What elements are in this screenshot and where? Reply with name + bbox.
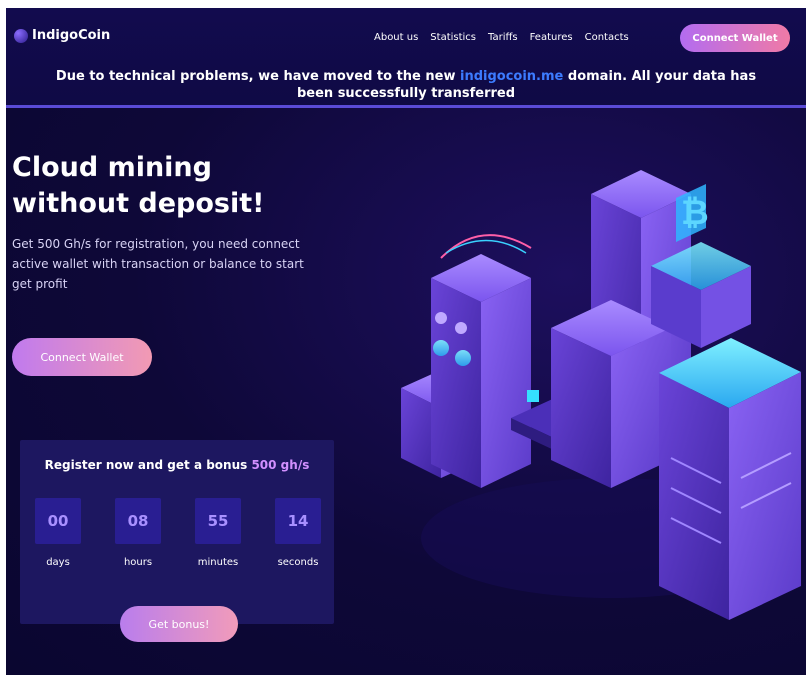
countdown-minutes: 55 minutes — [195, 498, 241, 568]
nav-statistics[interactable]: Statistics — [430, 32, 476, 43]
bonus-card: Register now and get a bonus 500 gh/s 00… — [20, 440, 334, 624]
notice-domain-link[interactable]: indigocoin.me — [460, 69, 563, 84]
bonus-title: Register now and get a bonus 500 gh/s — [20, 458, 334, 472]
bitcoin-icon: ₿ — [676, 184, 709, 242]
countdown-minutes-value: 55 — [195, 498, 241, 544]
countdown-hours-label: hours — [123, 557, 153, 568]
notice-text-before: Due to technical problems, we have moved… — [55, 69, 460, 84]
connect-wallet-hero-button[interactable]: Connect Wallet — [12, 338, 152, 376]
countdown-minutes-label: minutes — [197, 557, 239, 568]
get-bonus-button[interactable]: Get bonus! — [120, 606, 238, 642]
countdown-days-label: days — [46, 557, 70, 568]
countdown-days: 00 days — [35, 498, 81, 568]
main-nav: About us Statistics Tariffs Features Con… — [374, 32, 629, 43]
mining-farm-illustration: ₿ — [401, 170, 801, 620]
hero-title-line-2: without deposit! — [12, 188, 265, 219]
countdown-days-value: 00 — [35, 498, 81, 544]
hero-title: Cloud mining without deposit! — [12, 150, 264, 222]
nav-features[interactable]: Features — [530, 32, 573, 43]
page-frame: IndigoCoin About us Statistics Tariffs F… — [6, 8, 806, 675]
nav-tariffs[interactable]: Tariffs — [488, 32, 518, 43]
countdown-seconds-value: 14 — [275, 498, 321, 544]
nav-about-us[interactable]: About us — [374, 32, 418, 43]
bonus-amount: 500 gh/s — [251, 458, 310, 472]
logo-text: IndigoCoin — [32, 28, 111, 43]
connect-wallet-header-button[interactable]: Connect Wallet — [680, 24, 790, 52]
bonus-title-text: Register now and get a bonus — [44, 458, 252, 472]
logo[interactable]: IndigoCoin — [14, 28, 110, 43]
domain-notice: Due to technical problems, we have moved… — [6, 68, 806, 102]
countdown: 00 days 08 hours 55 minutes 14 seconds — [35, 498, 321, 568]
nav-contacts[interactable]: Contacts — [585, 32, 629, 43]
countdown-hours-value: 08 — [115, 498, 161, 544]
site-header: IndigoCoin About us Statistics Tariffs F… — [6, 8, 806, 108]
hero-subtitle: Get 500 Gh/s for registration, you need … — [12, 237, 304, 291]
hero-title-line-1: Cloud mining — [12, 152, 212, 183]
countdown-hours: 08 hours — [115, 498, 161, 568]
countdown-seconds-label: seconds — [277, 557, 319, 568]
logo-icon — [14, 28, 28, 43]
countdown-seconds: 14 seconds — [275, 498, 321, 568]
svg-text:₿: ₿ — [681, 193, 709, 233]
